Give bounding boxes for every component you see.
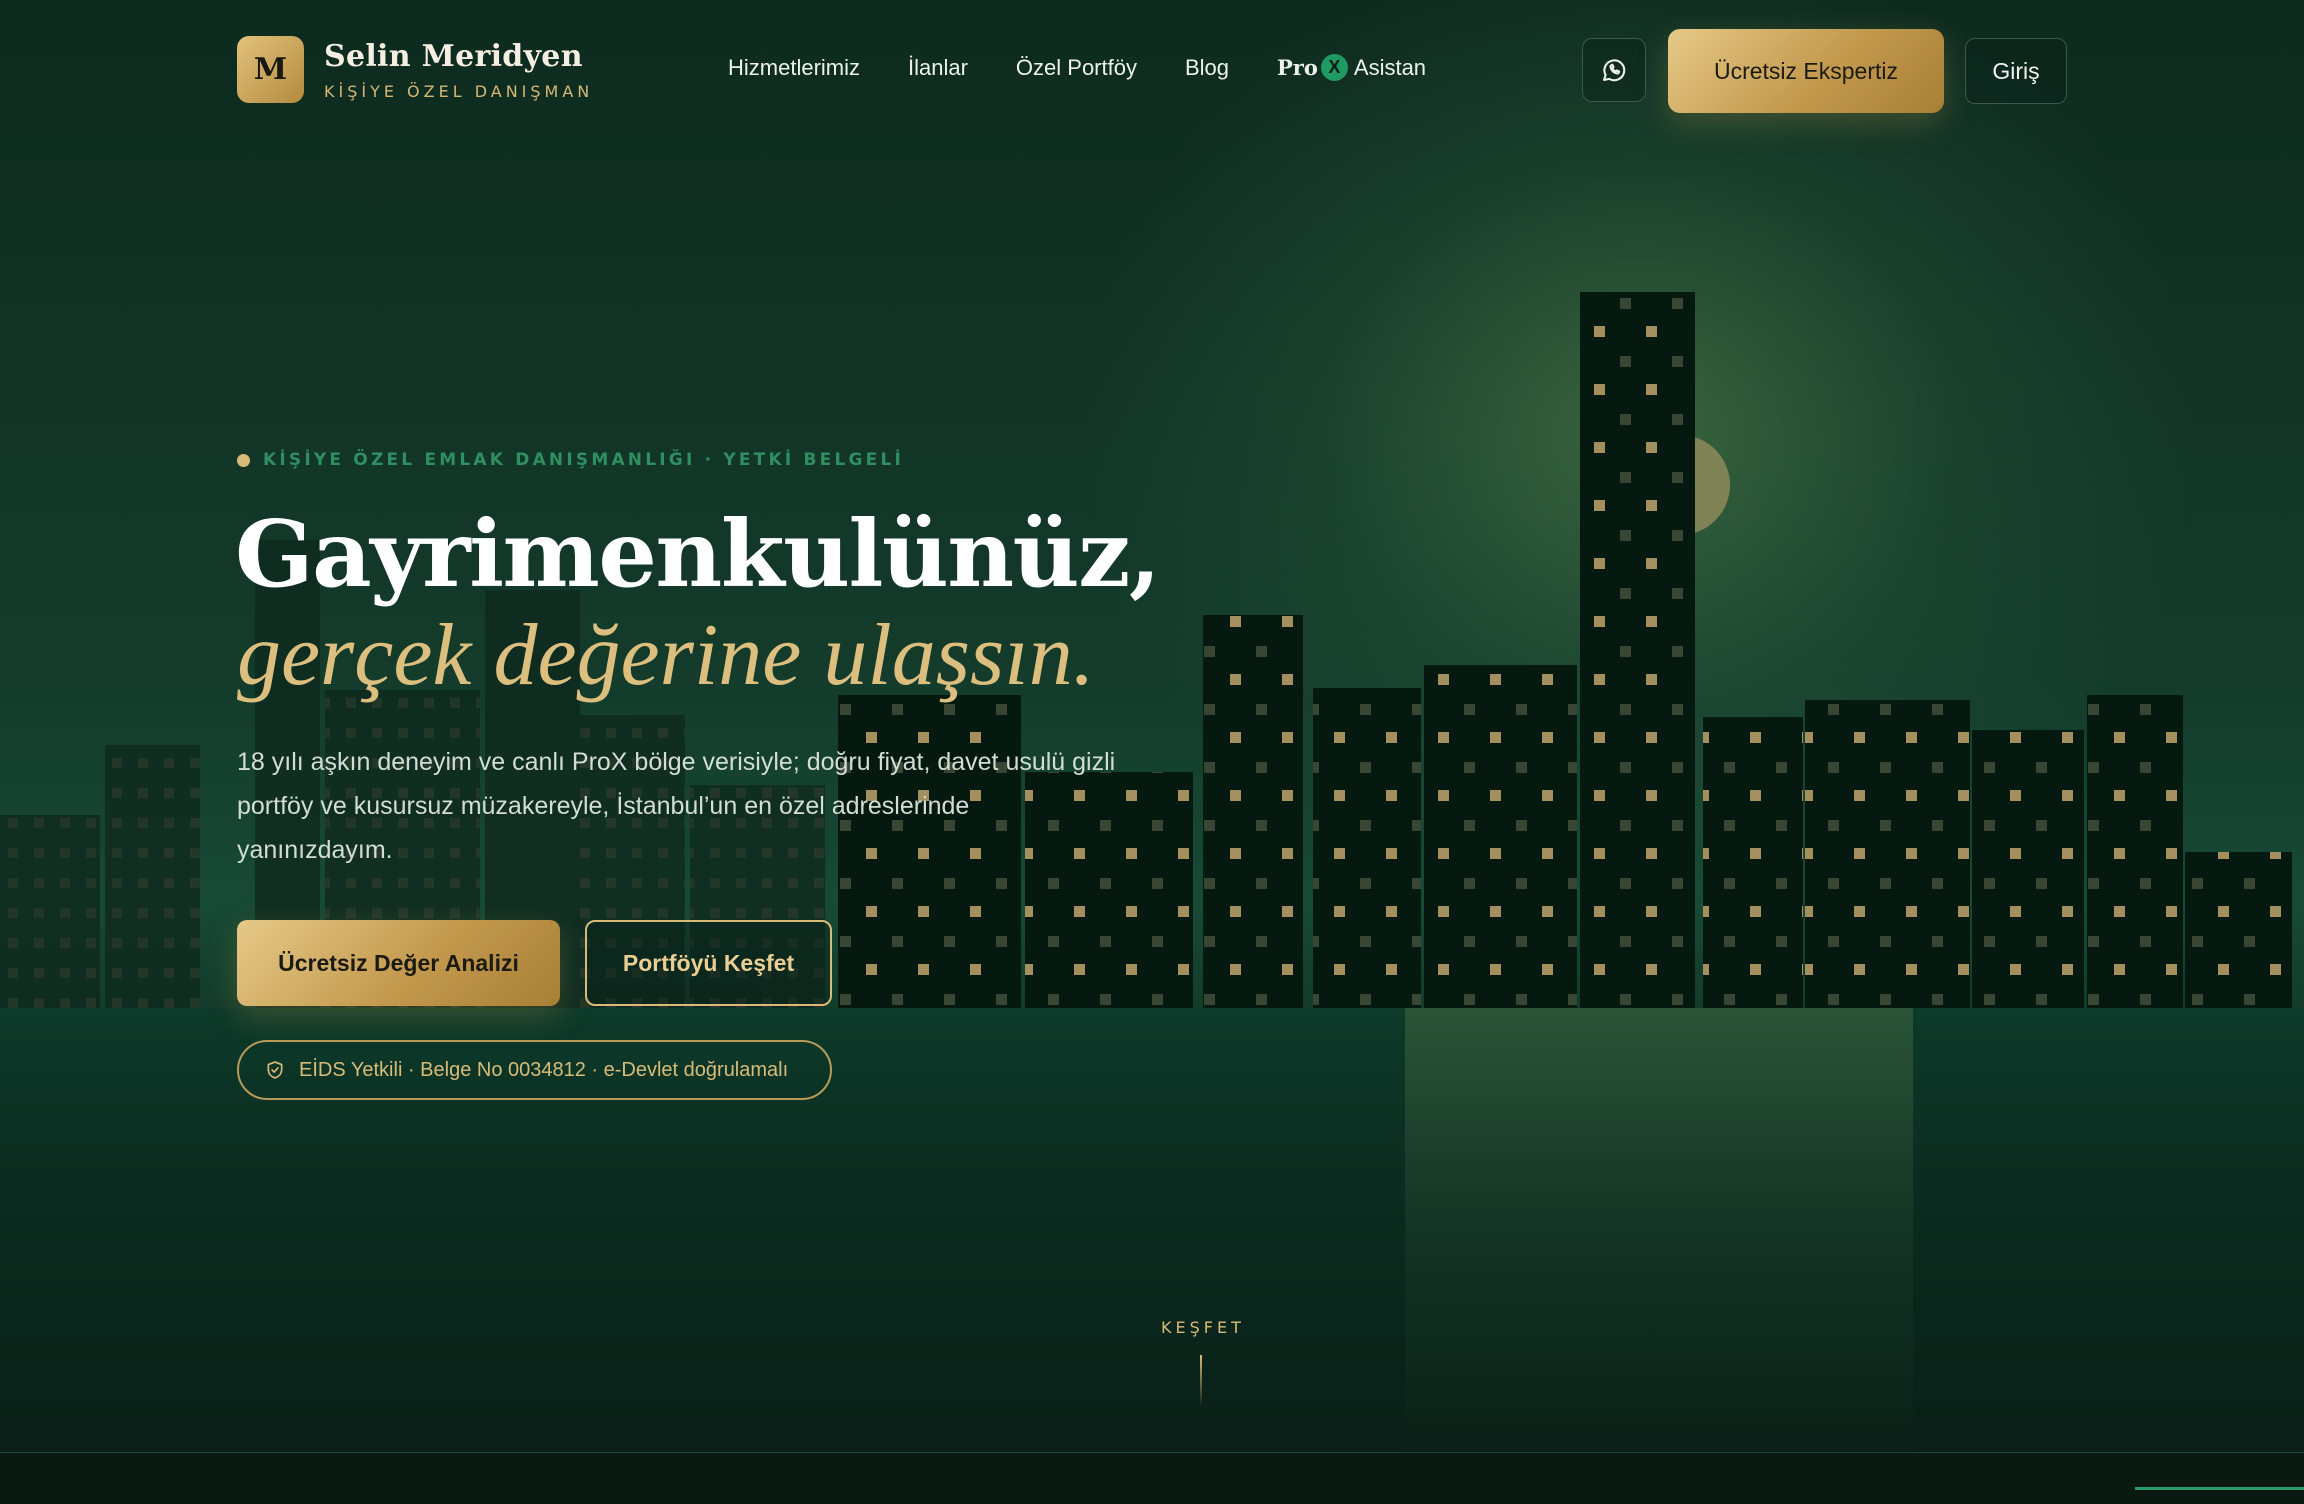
prox-x-logo-icon: X xyxy=(1320,54,1348,81)
prox-asistan-label: Asistan xyxy=(1353,54,1427,80)
explore-label: KEŞFET xyxy=(1161,1318,1245,1337)
explore-scroll-link[interactable]: KEŞFET xyxy=(1161,1318,1241,1407)
hero-lead: 18 yılı aşkın deneyim ve canlı ProX bölg… xyxy=(237,748,1116,864)
shield-check-icon xyxy=(267,1061,283,1079)
free-appraisal-button[interactable]: Ücretsiz Ekspertiz xyxy=(1668,29,1944,113)
brand-text: Selin Meridyen KİŞİYE ÖZEL DANIŞMAN xyxy=(324,39,593,101)
whatsapp-button[interactable] xyxy=(1582,38,1646,102)
login-button[interactable]: Giriş xyxy=(1965,38,2067,104)
scroll-indicator-line xyxy=(1200,1355,1202,1407)
brand-logo-link[interactable]: M Selin Meridyen KİŞİYE ÖZEL DANIŞMAN xyxy=(237,36,593,103)
nav-item-ilanlar[interactable]: İlanlar xyxy=(908,55,968,81)
whatsapp-icon xyxy=(1603,59,1626,82)
brand-subtitle: KİŞİYE ÖZEL DANIŞMAN xyxy=(324,81,594,101)
prox-pro-text: Pro xyxy=(1277,55,1318,80)
moon-shape xyxy=(1630,435,1730,535)
eyebrow-text: KİŞİYE ÖZEL EMLAK DANIŞMANLIĞI · YETKİ B… xyxy=(263,450,905,470)
main-nav: Hizmetlerimiz İlanlar Özel Portföy Blog … xyxy=(728,54,1426,81)
nav-item-prox-asistan[interactable]: Pro X Asistan xyxy=(1277,54,1426,81)
moon-reflection xyxy=(1405,1008,1913,1453)
landing-page: M Selin Meridyen KİŞİYE ÖZEL DANIŞMAN Hi… xyxy=(0,0,2304,1504)
scroll-progress-accent xyxy=(2135,1487,2304,1490)
license-badge: EİDS Yetkili · Belge No 0034812 · e-Devl… xyxy=(237,1040,832,1100)
brand-name: Selin Meridyen xyxy=(324,38,583,74)
license-badge-text: EİDS Yetkili · Belge No 0034812 · e-Devl… xyxy=(299,1058,789,1081)
hero-title-line2: gerçek değerine ulaşsın. xyxy=(237,607,1095,704)
hero-title-line1: Gayrimenkulünüz, xyxy=(235,500,1161,608)
nav-item-blog[interactable]: Blog xyxy=(1185,55,1229,81)
footer-strip xyxy=(0,1453,2304,1504)
nav-item-ozel-portfoy[interactable]: Özel Portföy xyxy=(1016,55,1137,81)
explore-portfolio-button[interactable]: Portföyü Keşfet xyxy=(585,920,832,1006)
hero-eyebrow: KİŞİYE ÖZEL EMLAK DANIŞMANLIĞI · YETKİ B… xyxy=(237,450,904,470)
nav-item-hizmetlerimiz[interactable]: Hizmetlerimiz xyxy=(728,55,860,81)
eyebrow-dot xyxy=(237,453,250,467)
free-value-analysis-button[interactable]: Ücretsiz Değer Analizi xyxy=(237,920,560,1006)
brand-mark: M xyxy=(237,36,304,103)
